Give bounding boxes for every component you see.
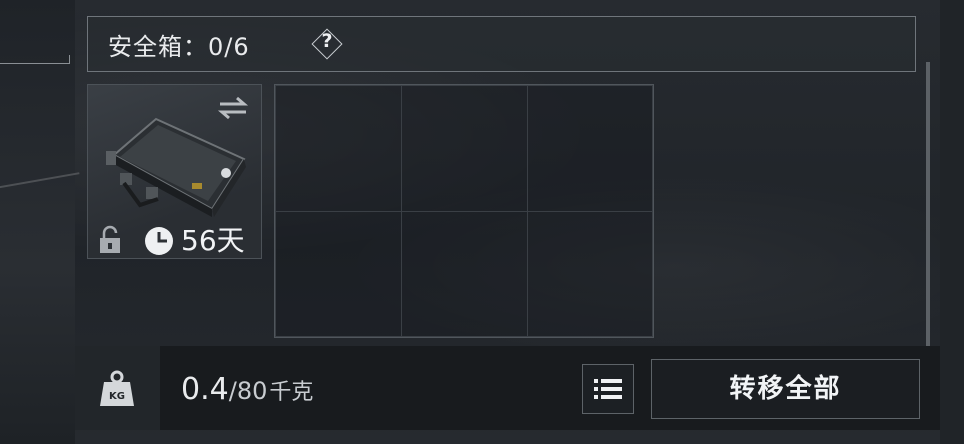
safe-box-capacity: 6 <box>233 33 250 61</box>
right-edge <box>940 0 964 444</box>
scrollbar[interactable] <box>926 62 930 346</box>
grid-slot[interactable] <box>401 85 528 212</box>
list-icon <box>594 379 622 399</box>
left-divider-tick <box>69 55 70 64</box>
svg-text:KG: KG <box>109 391 125 402</box>
help-question-mark: ? <box>321 30 333 52</box>
grid-slot[interactable] <box>275 211 402 337</box>
grid-slot[interactable] <box>527 211 653 337</box>
weight-separator: / <box>228 377 237 405</box>
storage-grid <box>274 84 654 338</box>
lock-icon <box>100 225 120 253</box>
help-button[interactable]: ? <box>311 28 343 60</box>
weight-max: 80 <box>236 377 268 405</box>
weight-readout: 0.4/80千克 <box>181 372 313 407</box>
safe-box-title: 安全箱：0/6 <box>108 33 250 61</box>
weight-current: 0.4 <box>181 372 229 407</box>
transfer-all-button[interactable]: 转移全部 <box>651 359 920 419</box>
list-view-button[interactable] <box>582 364 634 414</box>
weight-icon-box: KG <box>75 346 160 430</box>
left-divider <box>0 63 70 64</box>
weight-kg-icon: KG <box>100 370 134 406</box>
safe-case-icon <box>106 117 246 217</box>
weight-unit: 千克 <box>269 380 314 405</box>
grid-slot[interactable] <box>527 85 653 212</box>
safe-case-item[interactable]: 56天 <box>87 84 262 259</box>
grid-slot[interactable] <box>275 85 402 212</box>
safe-box-header: 安全箱：0/6 ? <box>87 16 916 72</box>
safe-box-used: 0 <box>208 33 225 61</box>
left-panel-edge <box>0 0 75 444</box>
grid-slot[interactable] <box>401 211 528 337</box>
clock-icon <box>145 227 173 255</box>
item-timer: 56天 <box>181 224 245 257</box>
footer-bar: KG 0.4/80千克 转移全部 <box>75 346 940 430</box>
